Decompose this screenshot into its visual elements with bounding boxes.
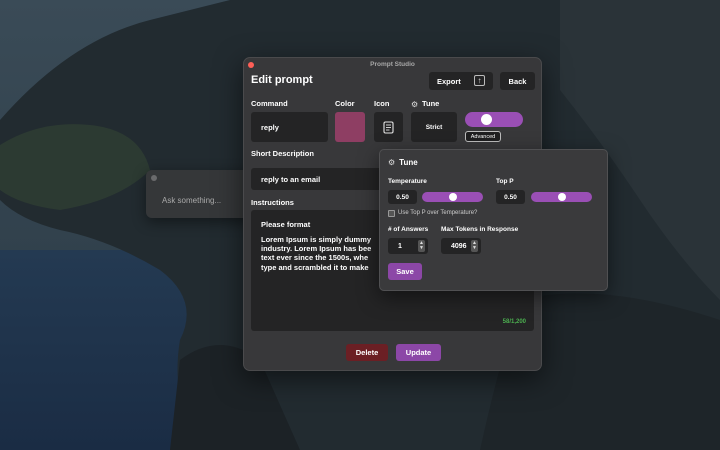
top-p-slider[interactable] <box>531 192 592 202</box>
color-label: Color <box>335 99 355 108</box>
short-description-label: Short Description <box>251 149 314 158</box>
app-title: Prompt Studio <box>370 61 415 68</box>
command-field[interactable]: reply <box>251 112 328 142</box>
temperature-value[interactable]: 0.50 <box>388 190 417 204</box>
instructions-line: Please format <box>261 220 311 229</box>
temperature-slider[interactable] <box>422 192 483 202</box>
ask-input[interactable] <box>152 187 252 213</box>
gear-icon: ⚙ <box>411 100 419 109</box>
tune-label: Tune <box>422 99 440 108</box>
use-top-p-label: Use Top P over Temperature? <box>398 210 478 216</box>
slider-knob <box>449 193 457 201</box>
command-label: Command <box>251 99 288 108</box>
tune-mode-button[interactable]: Strict <box>411 112 457 142</box>
slider-knob <box>558 193 566 201</box>
max-tokens-value: 4096 <box>451 242 467 250</box>
toggle-knob <box>481 114 492 125</box>
temperature-label: Temperature <box>388 178 427 185</box>
document-icon <box>383 120 394 134</box>
top-p-label: Top P <box>496 178 514 185</box>
icon-label: Icon <box>374 99 390 108</box>
max-tokens-label: Max Tokens in Response <box>441 226 519 233</box>
update-button[interactable]: Update <box>396 344 441 361</box>
share-icon: ↑ <box>474 75 485 86</box>
short-description-field[interactable]: reply to an email <box>251 168 391 190</box>
instructions-label: Instructions <box>251 198 294 207</box>
answers-stepper[interactable]: ▲ ▼ <box>418 240 425 252</box>
tune-toggle[interactable] <box>465 112 523 127</box>
max-tokens-stepper[interactable]: ▲ ▼ <box>471 240 478 252</box>
advanced-button[interactable]: Advanced <box>465 131 501 142</box>
use-top-p-checkbox[interactable] <box>388 210 395 217</box>
export-button[interactable]: Export ↑ <box>429 72 493 90</box>
tune-popover-header: ⚙ Tune <box>388 158 418 167</box>
gear-icon: ⚙ <box>388 158 396 167</box>
window-dot <box>151 175 157 181</box>
page-title: Edit prompt <box>251 74 313 86</box>
answers-value: 1 <box>398 242 402 250</box>
export-label: Export <box>437 76 461 86</box>
tune-popover-title: Tune <box>399 158 418 167</box>
answers-label: # of Answers <box>388 226 429 233</box>
icon-picker[interactable] <box>374 112 403 142</box>
tune-popover: ⚙ Tune Temperature 0.50 Top P 0.50 Use To… <box>379 149 608 291</box>
character-count: 58/1,200 <box>502 318 526 325</box>
ask-window <box>146 170 256 218</box>
back-button[interactable]: Back <box>500 72 535 90</box>
color-picker[interactable] <box>335 112 365 142</box>
save-button[interactable]: Save <box>388 263 422 280</box>
top-p-value[interactable]: 0.50 <box>496 190 525 204</box>
instructions-body: Lorem Ipsum is simply dummy industry. Lo… <box>261 235 372 272</box>
delete-button[interactable]: Delete <box>346 344 388 361</box>
